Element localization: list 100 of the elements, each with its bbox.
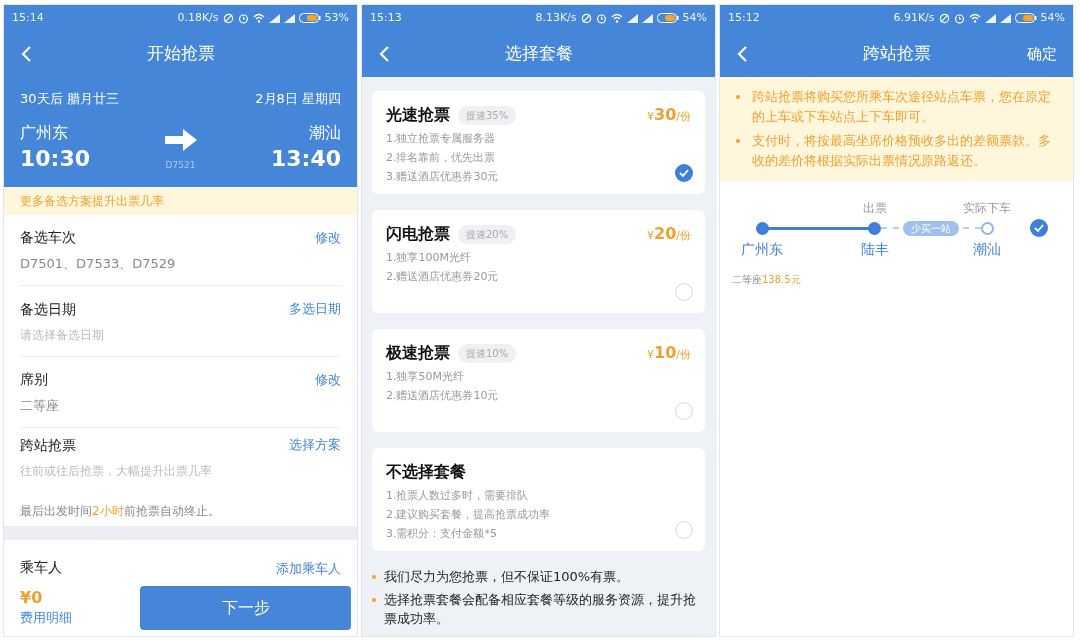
signal-icon [626,13,638,23]
check-icon[interactable] [675,164,693,182]
page-title: 选择套餐 [504,42,573,66]
package-name: 光速抢票 [386,104,450,126]
fee-detail-link[interactable]: 费用明细 [20,608,72,628]
mute-icon [580,12,592,24]
back-icon[interactable] [736,45,748,63]
battery-percent: 54% [1040,9,1065,26]
seat-fare: 二等座138.5元 [731,273,802,287]
note-text: 我们尽力为您抢票，但不保证100%有票。 [384,568,630,586]
travel-date: 2月8日 星期四 [255,90,341,108]
package-card[interactable]: 光速抢票 提速35% ¥30/份 1.独立抢票专属服务器 2.排名靠前，优先出票 3.赠送酒店优惠券30元 [372,91,705,194]
lunar-date: 30天后 腊月廿三 [20,90,119,108]
bullet-icon [736,95,740,99]
signal-icon [999,13,1011,23]
notice-text: 跨站抢票将购买您所乘车次途径站点车票，您在原定的上车或下车站点上下车即可。 [752,88,1052,126]
boost-tag: 提速35% [458,105,517,125]
status-time: 15:13 [370,9,402,26]
note-text: 选择抢票套餐会配备相应套餐等级的服务资源，提升抢票成功率。 [384,591,697,628]
package-card[interactable]: 闪电抢票 提速20% ¥20/份 1.独享100M光纤 2.赠送酒店优惠券20元 [372,210,705,313]
battery-icon [1014,13,1037,23]
back-icon[interactable] [20,45,32,63]
next-button[interactable]: 下一步 [140,586,351,630]
passenger-label: 乘车人 [20,558,62,577]
wifi-icon [610,13,623,23]
confirm-button[interactable]: 确定 [1027,43,1057,66]
wifi-icon [968,13,981,23]
deadline-note: 最后出发时间2小时前抢票自动终止。 [20,502,221,520]
status-time: 15:14 [12,9,44,26]
signal-icon [641,13,653,23]
option-value: D7501、D7533、D7529 [20,254,177,273]
bullet-icon [372,598,376,602]
option-hint: 往前或往后抢票，大幅提升出票几率 [20,462,213,480]
option-label: 席别 [20,369,48,389]
signal-icon [984,13,996,23]
package-name: 不选择套餐 [386,461,466,483]
package-feature: 1.独享50M光纤 [386,369,464,385]
battery-percent: 53% [324,9,349,26]
departure-station: 广州东 [20,121,69,144]
option-action-link[interactable]: 修改 [315,368,341,390]
departure-time: 10:30 [20,144,91,172]
station-role-label: 实际下车 [963,200,1011,217]
train-number: D7521 [165,158,196,172]
network-speed: 6.91K/s [893,9,935,26]
package-feature: 3.赠送酒店优惠券30元 [386,169,499,185]
station-name: 陆丰 [860,240,889,259]
option-hint: 请选择备选日期 [20,326,105,344]
package-name: 极速抢票 [386,342,450,364]
option-action-link[interactable]: 选择方案 [289,434,341,456]
battery-icon [656,13,679,23]
bullet-icon [372,575,376,579]
package-price: ¥20/份 [647,223,691,245]
arrow-icon [164,128,197,151]
package-feature: 2.赠送酒店优惠券20元 [386,269,499,285]
boost-tag: 提速10% [458,343,517,363]
battery-icon [298,13,321,23]
option-label: 备选车次 [20,227,76,247]
wifi-icon [252,13,265,23]
radio-icon[interactable] [675,402,693,420]
package-card[interactable]: 不选择套餐 1.抢票人数过多时，需要排队 2.建议购买套餐，提高抢票成功率 3.需积分：支付金额*5 [372,448,705,551]
option-label: 备选日期 [20,299,76,319]
option-action-link[interactable]: 多选日期 [289,298,341,320]
status-time: 15:12 [728,9,760,26]
package-price: ¥30/份 [647,104,691,126]
alarm-icon [237,12,249,24]
notice-text: 支付时，将按最高坐席价格预收多出的差额票款。多收的差价将根据实际出票情况原路返还。 [752,132,1052,170]
bullet-icon [736,139,740,143]
mute-icon [222,12,234,24]
radio-icon[interactable] [675,283,693,301]
arrival-station: 潮汕 [309,121,341,144]
alarm-icon [595,12,607,24]
station-dot-icon [980,221,994,235]
boost-tag: 提速20% [458,224,517,244]
package-feature: 3.需积分：支付金额*5 [386,526,497,542]
signal-icon [268,13,280,23]
option-value: 二等座 [20,396,60,415]
check-icon[interactable] [1030,219,1048,237]
notice-text: 更多备选方案提升出票几率 [20,193,164,210]
radio-icon[interactable] [675,521,693,539]
package-feature: 2.建议购买套餐，提高抢票成功率 [386,507,551,523]
option-action-link[interactable]: 修改 [315,226,341,248]
package-feature: 2.排名靠前，优先出票 [386,150,496,166]
network-speed: 8.13K/s [535,9,577,26]
alarm-icon [953,12,965,24]
total-price: ¥0 [20,588,44,609]
package-feature: 2.赠送酒店优惠券10元 [386,388,499,404]
package-card[interactable]: 极速抢票 提速10% ¥10/份 1.独享50M光纤 2.赠送酒店优惠券10元 [372,329,705,432]
package-feature: 1.独立抢票专属服务器 [386,131,496,147]
signal-icon [283,13,295,23]
add-passenger-link[interactable]: 添加乘车人 [276,558,341,578]
page-title: 跨站抢票 [862,42,931,66]
page-title: 开始抢票 [146,42,215,66]
package-feature: 1.独享100M光纤 [386,250,471,266]
back-icon[interactable] [378,45,390,63]
station-role-label: 出票 [862,200,887,217]
arrival-time: 13:40 [270,144,341,172]
package-feature: 1.抢票人数过多时，需要排队 [386,488,529,504]
network-speed: 0.18K/s [177,9,219,26]
battery-percent: 54% [682,9,707,26]
station-name: 潮汕 [973,240,1001,259]
